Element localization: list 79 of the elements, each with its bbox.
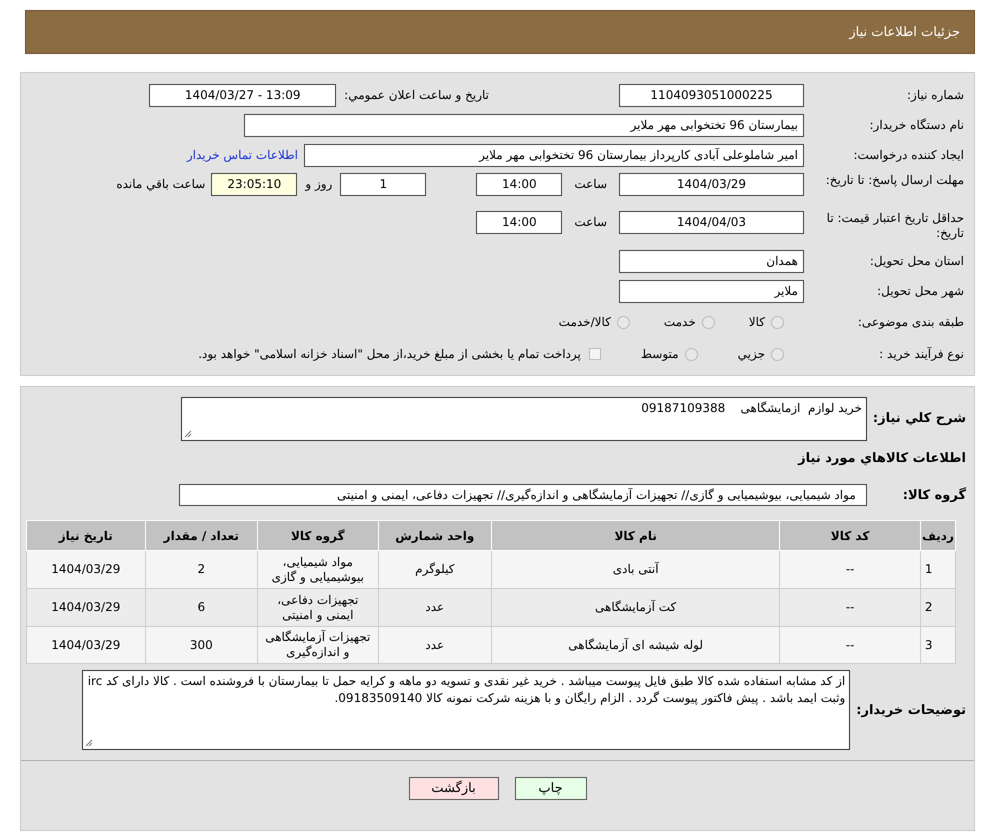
- field-label: نام دستگاه خریدار:: [868, 118, 964, 132]
- buyer-notes-field: از کد مشابه استفاده شده کالا طبق فایل پیوست میباشد . خرید غیر نقدی و تسویه دو ماهه و کرایه حمل تا بیمارستان با فروشنده است . کالا دارای کد irc وثبت ایمد باشد . پیش فاکتور پیوست گردد . الزام رایگان و با هزینه شرکت نمونه کالا 09183509140.: [82, 670, 850, 750]
- table-cell: --: [780, 626, 920, 664]
- field-label: نوع فرآیند خرید :: [878, 346, 964, 362]
- description-field: خرید لوازم ازمایشگاهی 09187109388: [180, 397, 867, 441]
- radio-button[interactable]: [616, 316, 630, 328]
- field-label: استان محل تحویل:: [868, 254, 964, 268]
- radio-button[interactable]: [684, 348, 698, 360]
- reply-time-field: 14:00: [476, 173, 562, 196]
- page-title: جزئیات اطلاعات نیاز: [849, 24, 960, 40]
- column-header: نام کالا: [492, 520, 780, 550]
- column-header: تاریخ نیاز: [26, 520, 146, 550]
- table-cell: 300: [145, 626, 258, 664]
- city-field: ملایر: [619, 280, 804, 302]
- field-label: حداقل تاریخ اعتبار قیمت: تا تاریخ:: [826, 211, 964, 241]
- field-label: تاریخ و ساعت اعلان عمومي:: [344, 88, 489, 102]
- table-cell: لوله شیشه ای آزمایشگاهی: [492, 626, 780, 664]
- validity-time-field: 14:00: [476, 211, 562, 234]
- table-cell: 1: [920, 550, 956, 588]
- goods-group-field: مواد شیمیایی، بیوشیمیایی و گازی// تجهیزات آزمایشگاهی و اندازه‌گیری// تجهیزات دفاعی، ایمنی و امنیتی: [178, 484, 867, 506]
- column-header: واحد شمارش: [378, 520, 492, 550]
- field-label: ساعت: [574, 215, 607, 229]
- resize-grip-icon[interactable]: [85, 739, 94, 747]
- option-label: کالا/خدمت: [558, 315, 611, 329]
- field-label: ساعت: [574, 177, 607, 191]
- reply-date-field: 1404/03/29: [619, 173, 804, 196]
- province-field: همدان: [619, 250, 804, 272]
- section-heading: اطلاعات کالاهاي مورد نیاز: [798, 451, 966, 466]
- column-header: تعداد / مقدار: [145, 520, 258, 550]
- option-label: خدمت: [664, 315, 696, 329]
- table-cell: 6: [145, 588, 258, 626]
- table-cell: --: [780, 550, 920, 588]
- table-cell: 2: [145, 550, 258, 588]
- need-number-field: 1104093051000225: [619, 84, 804, 106]
- checkbox[interactable]: [588, 348, 601, 360]
- column-header: گروه کالا: [258, 520, 378, 550]
- buyer-name-field: بیمارستان 96 تختخوابی مهر ملایر: [244, 114, 804, 136]
- field-label: مهلت ارسال پاسخ: تا تاریخ:: [824, 173, 964, 188]
- option-label: متوسط: [640, 347, 679, 361]
- remaining-time-field: 23:05:10: [211, 173, 298, 196]
- field-label: ایجاد کننده درخواست:: [852, 148, 964, 162]
- field-label: طبقه بندی موضوعی:: [856, 314, 964, 330]
- option-label: کالا: [748, 315, 765, 329]
- field-label: توضیحات خریدار:: [856, 702, 966, 718]
- table-cell: 3: [920, 626, 956, 664]
- table-cell: 1404/03/29: [26, 626, 146, 664]
- resize-grip-icon[interactable]: [184, 430, 192, 438]
- field-label: گروه کالا:: [902, 488, 966, 502]
- radio-button[interactable]: [771, 348, 784, 360]
- field-label: روز و: [305, 177, 332, 191]
- table-cell: 2: [920, 588, 956, 626]
- purchase-note: پرداخت تمام یا بخشی از مبلغ خرید،از محل "اسناد خزانه اسلامی" خواهد بود.: [198, 347, 581, 361]
- table-cell: مواد شیمیایی، بیوشیمیایی و گازی: [258, 550, 378, 588]
- table-cell: --: [780, 588, 920, 626]
- table-cell: عدد: [378, 626, 492, 664]
- column-header: ردیف: [920, 520, 956, 550]
- table-cell: تجهیزات دفاعی، ایمنی و امنیتی: [258, 588, 378, 626]
- field-label: ساعت باقي مانده: [116, 177, 206, 191]
- print-button[interactable]: چاپ: [514, 777, 586, 800]
- column-header: کد کالا: [780, 520, 920, 550]
- back-button[interactable]: بازگشت: [408, 777, 498, 800]
- table-cell: تجهیزات آزمایشگاهی و اندازه‌گیری: [258, 626, 378, 664]
- validity-date-field: 1404/04/03: [619, 211, 804, 234]
- requester-field: امیر شاملوعلی آبادی کارپرداز بیمارستان 96 تختخوابی مهر ملایر: [304, 144, 804, 166]
- table-cell: 1404/03/29: [26, 550, 146, 588]
- radio-button[interactable]: [771, 316, 784, 328]
- table-cell: عدد: [378, 588, 492, 626]
- option-label: جزيي: [738, 347, 765, 361]
- field-label: شرح کلي نیاز:: [872, 411, 966, 426]
- table-cell: آنتی بادی: [492, 550, 780, 588]
- table-cell: 1404/03/29: [26, 588, 146, 626]
- radio-button[interactable]: [702, 316, 715, 328]
- table-cell: کیلوگرم: [378, 550, 492, 588]
- field-label: شهر محل تحویل:: [876, 284, 964, 298]
- buyer-contact-link[interactable]: اطلاعات تماس خریدار: [186, 148, 298, 162]
- days-field: 1: [340, 173, 426, 196]
- announce-date-field: 1404/03/27 - 13:09: [149, 84, 336, 106]
- table-cell: کت آزمایشگاهی: [492, 588, 780, 626]
- field-label: شماره نیاز:: [906, 88, 964, 102]
